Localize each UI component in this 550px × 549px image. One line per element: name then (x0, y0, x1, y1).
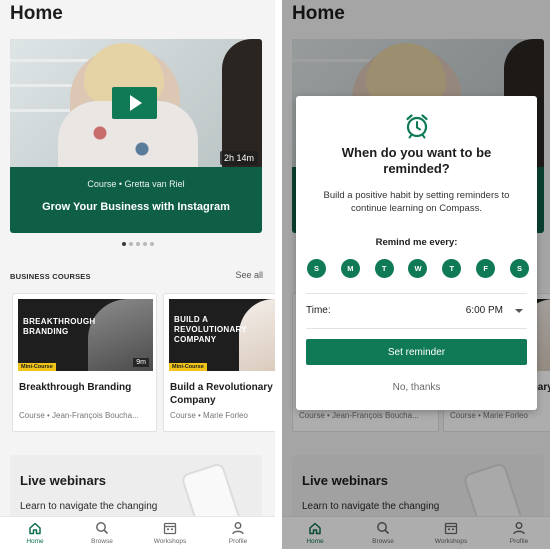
thumbnail-title: BUILD A REVOLUTIONARY COMPANY (174, 315, 247, 345)
home-icon (29, 522, 41, 535)
course-title: Build a Revolutionary Company (170, 382, 273, 406)
video-duration: 2h 14m (219, 151, 258, 165)
see-all-link[interactable]: See all (235, 270, 263, 280)
tab-home[interactable]: Home (10, 521, 60, 545)
featured-course-meta: Course • Gretta van Riel (87, 179, 185, 189)
mini-course-badge: Mini-Course (169, 363, 207, 371)
carousel-indicator (122, 242, 154, 246)
no-thanks-button[interactable]: No, thanks (296, 382, 537, 393)
day-toggle-monday[interactable]: M (340, 259, 360, 278)
remind-every-label: Remind me every: (375, 237, 458, 248)
webinar-subtitle: Learn to navigate the changing (20, 501, 158, 512)
search-icon (96, 522, 109, 535)
course-subtitle: Course • Marie Forleo (170, 411, 248, 420)
thumbnail-title-text: BREAKTHROUGH BRANDING (23, 317, 96, 336)
chevron-down-icon[interactable] (515, 309, 523, 313)
carousel-dot[interactable] (136, 242, 140, 246)
dialog-description: Build a positive habit by setting remind… (323, 190, 510, 214)
course-thumbnail: BREAKTHROUGH BRANDING Mini-Course 9m (18, 299, 153, 371)
divider (306, 293, 527, 294)
screen-divider (275, 0, 282, 549)
home-screen-with-reminder: Home Course • Gretta van Riel Grow Your … (282, 0, 550, 549)
course-thumbnail: BUILD A REVOLUTIONARY COMPANY Mini-Cours… (169, 299, 275, 371)
day-selector: S M T W T F S (307, 259, 529, 278)
thumbnail-title: BREAKTHROUGH BRANDING (23, 317, 96, 337)
carousel-dot[interactable] (129, 242, 133, 246)
course-card-breakthrough-branding[interactable]: BREAKTHROUGH BRANDING Mini-Course 9m Bre… (12, 293, 157, 432)
home-screen: Home 2h 14m Course • Gretta van Riel Gro… (0, 0, 275, 549)
time-select[interactable]: 6:00 PM (466, 305, 503, 316)
tab-workshops[interactable]: Workshops (145, 521, 195, 545)
play-icon (130, 95, 142, 111)
webinar-title: Live webinars (20, 473, 106, 488)
carousel-dot[interactable] (150, 242, 154, 246)
set-reminder-button[interactable]: Set reminder (306, 339, 527, 365)
day-toggle-sunday[interactable]: S (307, 259, 326, 278)
page-title: Home (10, 3, 63, 24)
alarm-clock-icon (406, 114, 428, 139)
calendar-icon (163, 522, 177, 535)
featured-course-title: Grow Your Business with Instagram (42, 201, 230, 213)
tab-profile[interactable]: Profile (213, 521, 263, 545)
course-duration: 9m (133, 358, 149, 367)
mini-course-badge: Mini-Course (18, 363, 56, 371)
tab-browse[interactable]: Browse (77, 521, 127, 545)
bottom-tab-bar: Home Browse Workshops Profile (0, 516, 275, 549)
tab-label: Browse (91, 538, 113, 545)
day-toggle-wednesday[interactable]: W (408, 259, 428, 278)
featured-course-card[interactable]: 2h 14m Course • Gretta van Riel Grow You… (10, 39, 262, 233)
day-toggle-tuesday[interactable]: T (374, 259, 394, 278)
section-label-business-courses: BUSINESS COURSES (10, 272, 91, 281)
course-card-build-a-revolutionary-company[interactable]: BUILD A REVOLUTIONARY COMPANY Mini-Cours… (163, 293, 275, 432)
tab-label: Workshops (153, 538, 187, 545)
time-label: Time: (306, 305, 331, 316)
divider (306, 328, 527, 329)
live-webinars-card[interactable]: Live webinars Learn to navigate the chan… (10, 455, 262, 525)
day-toggle-saturday[interactable]: S (509, 259, 529, 278)
reminder-dialog: When do you want to be reminded? Build a… (296, 96, 537, 410)
thumbnail-title-text: BUILD A REVOLUTIONARY COMPANY (174, 315, 247, 344)
dialog-title: When do you want to be reminded? (341, 145, 492, 176)
course-subtitle: Course • Jean-François Boucha... (19, 411, 139, 420)
day-toggle-friday[interactable]: F (476, 259, 496, 278)
carousel-dot[interactable] (122, 242, 126, 246)
play-button[interactable] (112, 87, 157, 119)
course-title: Breakthrough Branding (19, 382, 132, 393)
profile-icon (232, 522, 244, 535)
day-toggle-thursday[interactable]: T (442, 259, 462, 278)
tab-label: Home (26, 538, 44, 545)
carousel-dot[interactable] (143, 242, 147, 246)
tab-label: Profile (228, 538, 248, 545)
